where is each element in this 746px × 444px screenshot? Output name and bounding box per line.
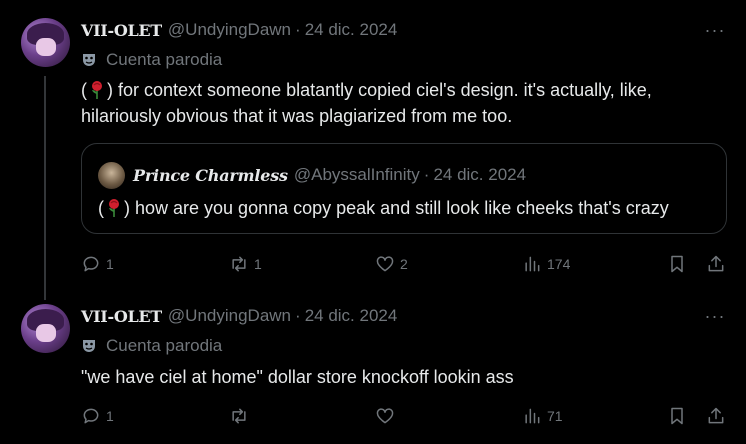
heart-icon [376,408,394,424]
repost-button[interactable]: 1 [229,252,262,276]
repost-icon [232,408,246,424]
rose-emoji-icon [109,199,119,217]
display-name[interactable]: VII-OLET [81,21,162,40]
text-paren: ( [81,80,87,100]
tweet-text: "we have ciel at home" dollar store knoc… [81,367,514,387]
views-button[interactable]: 71 [522,404,563,428]
user-handle[interactable]: @UndyingDawn [168,306,291,326]
like-button[interactable]: 2 [375,252,408,276]
reply-count: 1 [106,256,114,272]
tweet-actions: 1 71 [0,404,746,428]
bookmark-icon [671,407,683,425]
share-button[interactable] [706,404,726,428]
bookmark-button[interactable] [667,252,687,276]
separator-dot: · [295,306,301,325]
quoted-date: 24 dic. 2024 [433,165,527,184]
quoted-text-rest: ) how are you gonna copy peak and still … [124,198,669,218]
separator-dot: · [423,165,430,184]
parody-label: Cuenta parodia [106,336,223,355]
views-count: 174 [547,256,571,272]
tweet-date[interactable]: 24 dic. 2024 [305,306,398,326]
tweet-2[interactable]: VII-OLET @UndyingDawn · 24 dic. 2024 ···… [0,290,746,444]
share-button[interactable] [706,252,726,276]
separator-dot: · [295,20,301,39]
tweet-text-line-2: hilariously obvious that it was plagiari… [81,106,513,126]
share-icon [708,255,724,272]
more-options-icon[interactable]: ··· [704,306,726,326]
repost-icon [232,256,246,272]
parody-badge: Cuenta parodia [81,49,222,71]
avatar[interactable] [21,304,70,353]
views-icon [525,408,540,424]
quoted-avatar[interactable] [98,162,125,189]
tweet-text-line-1: ) for context someone blatantly copied c… [107,80,652,100]
reply-icon [83,256,99,272]
tweet-text: ( ) for context someone blatantly copied… [81,77,721,129]
tweet-header: VII-OLET @UndyingDawn · 24 dic. 2024 [81,20,397,40]
views-count: 71 [547,408,563,424]
views-icon [525,256,540,272]
heart-icon [376,256,394,272]
quoted-display-name[interactable]: Prince Charmless [133,166,288,185]
bookmark-icon [671,255,683,273]
quoted-tweet[interactable]: Prince Charmless @AbyssalInfinity · 24 d… [81,143,727,234]
parody-label: Cuenta parodia [106,50,223,69]
avatar[interactable] [21,18,70,67]
parody-badge: Cuenta parodia [81,335,222,357]
user-handle[interactable]: @UndyingDawn [168,20,291,40]
tweet-date[interactable]: 24 dic. 2024 [305,20,398,40]
rose-emoji-icon [92,81,102,99]
reply-count: 1 [106,408,114,424]
bookmark-button[interactable] [667,404,687,428]
repost-button[interactable] [229,404,254,428]
parody-mask-icon [83,340,95,352]
more-options-icon[interactable]: ··· [704,20,726,40]
tweet-actions: 1 1 2 174 [0,252,746,276]
tweet-1[interactable]: VII-OLET @UndyingDawn · 24 dic. 2024 ···… [0,0,746,300]
like-count: 2 [400,256,408,272]
quoted-header: Prince Charmless @AbyssalInfinity · 24 d… [133,164,526,186]
share-icon [708,407,724,424]
reply-button[interactable]: 1 [81,252,114,276]
text-paren: ( [98,198,104,218]
quoted-text: ( ) how are you gonna copy peak and stil… [98,195,718,221]
display-name[interactable]: VII-OLET [81,307,162,326]
views-button[interactable]: 174 [522,252,570,276]
reply-button[interactable]: 1 [81,404,114,428]
repost-count: 1 [254,256,262,272]
quoted-handle[interactable]: @AbyssalInfinity [294,165,420,185]
reply-icon [83,408,99,424]
like-button[interactable] [375,404,400,428]
parody-mask-icon [83,54,95,66]
tweet-header: VII-OLET @UndyingDawn · 24 dic. 2024 [81,306,397,326]
